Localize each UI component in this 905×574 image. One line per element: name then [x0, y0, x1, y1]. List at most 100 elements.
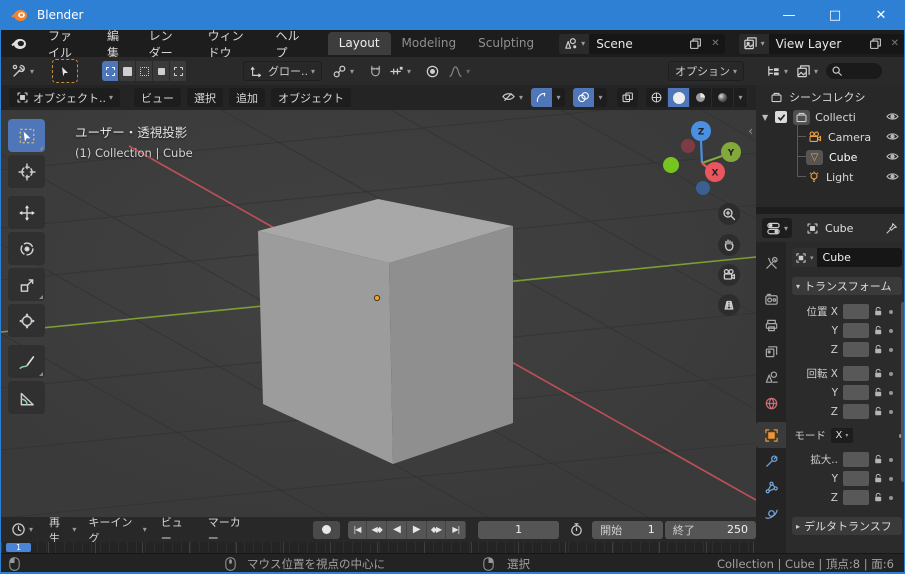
shading-wireframe-button[interactable] [646, 88, 668, 107]
active-tool-select-box[interactable] [52, 59, 78, 83]
shading-dropdown[interactable]: ▾ [734, 88, 748, 107]
lock-icon[interactable] [873, 344, 884, 355]
previous-keyframe-button[interactable]: ◀◆ [367, 521, 387, 539]
gizmos-dropdown[interactable]: ▾ [552, 88, 565, 107]
mode-dropdown[interactable]: オブジェクト..▾ [9, 88, 120, 107]
options-dropdown[interactable]: オプション▾ [668, 61, 744, 81]
menu-file[interactable]: ファイル [36, 27, 95, 61]
menu-window[interactable]: ウィンドウ [196, 27, 264, 61]
tool-move-button[interactable] [8, 196, 45, 229]
perspective-toggle-button[interactable] [718, 294, 740, 316]
tool-measure-button[interactable] [8, 381, 45, 414]
playback-menu[interactable]: 再生▾ [49, 514, 76, 546]
menu-edit[interactable]: 編集 [95, 27, 137, 61]
cube-row[interactable]: ▽ Cube [756, 147, 905, 167]
timeline-ruler[interactable]: 1 [1, 542, 756, 553]
lock-icon[interactable] [873, 325, 884, 336]
pin-icon[interactable] [885, 222, 898, 235]
shading-material-button[interactable] [690, 88, 712, 107]
tool-select-box-button[interactable] [8, 119, 45, 152]
lock-icon[interactable] [873, 387, 884, 398]
maximize-button[interactable]: □ [812, 0, 858, 30]
lock-icon[interactable] [873, 473, 884, 484]
minimize-button[interactable]: — [766, 0, 812, 30]
menu-render[interactable]: レンダー [137, 27, 196, 61]
timeline-editor-button[interactable]: ▾ [11, 522, 33, 537]
scale-y-field[interactable] [843, 471, 869, 486]
select-mode-extend[interactable] [119, 61, 136, 81]
scale-x-field[interactable] [843, 452, 869, 467]
blender-menu-icon[interactable] [11, 37, 27, 50]
tool-rotate-button[interactable] [8, 232, 45, 265]
show-overlays-toggle[interactable] [573, 88, 594, 107]
collection-row[interactable]: ▼ Collecti [756, 107, 905, 127]
properties-scrollbar[interactable] [901, 302, 905, 482]
animate-dot[interactable] [889, 477, 893, 481]
auto-keyframe-record-button[interactable] [313, 521, 339, 539]
frame-start-field[interactable]: 開始1 [592, 521, 663, 539]
proportional-falloff-dropdown[interactable]: ▾ [448, 64, 470, 79]
object-menu[interactable]: オブジェクト [271, 88, 351, 107]
overlays-dropdown[interactable]: ▾ [594, 88, 607, 107]
tool-transform-button[interactable] [8, 304, 45, 337]
transform-orientation-dropdown[interactable]: グロー..▾ [243, 61, 322, 81]
lock-icon[interactable] [873, 454, 884, 465]
select-menu[interactable]: 選択 [187, 88, 223, 107]
camera-row[interactable]: Camera [756, 127, 905, 147]
marker-menu[interactable]: マーカー [208, 514, 249, 546]
next-keyframe-button[interactable]: ◆▶ [427, 521, 447, 539]
tool-cursor-button[interactable] [8, 155, 45, 188]
animate-dot[interactable] [889, 391, 893, 395]
tab-scene[interactable] [756, 364, 786, 390]
add-menu[interactable]: 追加 [229, 88, 265, 107]
timeline-view-menu[interactable]: ビュー [161, 514, 192, 546]
camera-view-button[interactable] [718, 264, 740, 286]
view-layer-new-button[interactable] [865, 34, 886, 54]
animate-dot[interactable] [889, 372, 893, 376]
pan-view-button[interactable] [718, 234, 740, 256]
tool-scale-button[interactable] [8, 268, 45, 301]
tool-annotate-button[interactable] [8, 345, 45, 378]
view-layer-remove-button[interactable]: ✕ [886, 34, 904, 54]
editor-divider[interactable] [756, 207, 905, 214]
lock-icon[interactable] [873, 306, 884, 317]
outliner-editor-button[interactable]: ▾ [766, 64, 788, 79]
transform-panel-header[interactable]: ▾ トランスフォーム [792, 277, 902, 295]
tab-modifiers[interactable] [756, 448, 786, 474]
object-id-dropdown[interactable]: ▾ [792, 248, 817, 267]
tab-output[interactable] [756, 312, 786, 338]
scene-browse-button[interactable]: ▾ [559, 34, 589, 54]
lock-icon[interactable] [873, 406, 884, 417]
eye-icon[interactable] [886, 111, 899, 124]
delta-transform-panel-header[interactable]: ▸ デルタトランスフ [792, 517, 902, 535]
view-layer-name-field[interactable]: View Layer [769, 34, 865, 54]
light-row[interactable]: Light [756, 167, 905, 187]
animate-dot[interactable] [889, 496, 893, 500]
eye-icon[interactable] [886, 171, 899, 184]
location-y-field[interactable] [843, 323, 869, 338]
tab-particles[interactable] [756, 474, 786, 500]
use-preview-range-toggle[interactable] [569, 522, 584, 537]
view-layer-browse-button[interactable]: ▾ [739, 34, 769, 54]
tool-settings-editor-button[interactable]: ▾ [11, 63, 34, 79]
collection-checkbox[interactable] [775, 111, 787, 123]
frame-end-field[interactable]: 終了250 [665, 521, 756, 539]
properties-editor-button[interactable]: ▾ [762, 218, 792, 238]
close-button[interactable]: ✕ [858, 0, 904, 30]
proportional-editing-toggle[interactable] [425, 64, 440, 79]
animate-dot[interactable] [889, 348, 893, 352]
select-mode-invert[interactable] [153, 61, 170, 81]
disclosure-triangle-icon[interactable]: ▼ [762, 113, 768, 122]
tab-object[interactable] [756, 422, 786, 448]
animate-dot[interactable] [889, 310, 893, 314]
select-mode-intersect[interactable] [170, 61, 187, 81]
viewport-3d[interactable]: ユーザー・透視投影 (1) Collection | Cube Z Y X [1, 110, 756, 517]
visibility-dropdown[interactable]: ▾ [501, 91, 523, 104]
rotation-y-field[interactable] [843, 385, 869, 400]
select-mode-set[interactable] [102, 61, 119, 81]
animate-dot[interactable] [889, 410, 893, 414]
lock-icon[interactable] [873, 368, 884, 379]
jump-to-end-button[interactable]: ▶| [446, 521, 466, 539]
view-menu[interactable]: ビュー [134, 88, 181, 107]
tab-world[interactable] [756, 390, 786, 416]
